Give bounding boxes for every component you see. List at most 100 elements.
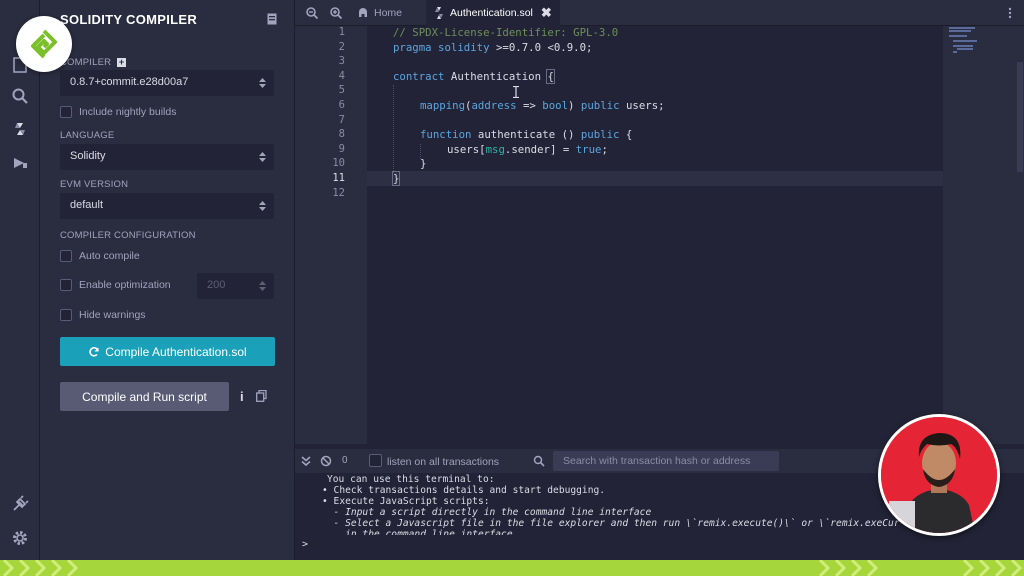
active-line-highlight: [367, 171, 943, 186]
nightly-builds-option[interactable]: Include nightly builds: [60, 106, 176, 118]
search-icon: [533, 455, 545, 467]
solidity-compiler-icon[interactable]: [10, 119, 30, 139]
zoom-in-icon[interactable]: [329, 6, 343, 20]
clear-console-icon[interactable]: [320, 455, 332, 467]
remix-ide: SOLIDITY COMPILER COMPILER + 0.8.7+commi…: [0, 0, 1024, 576]
code-line-1: // SPDX-License-Identifier: GPL-3.0: [393, 26, 618, 41]
stepper-arrows-icon: [259, 281, 266, 291]
refresh-icon: [89, 346, 100, 357]
presenter-webcam: [878, 414, 1000, 536]
evm-version-select[interactable]: default: [60, 193, 274, 219]
keyword-token: mapping: [420, 99, 466, 112]
scrollbar-thumb[interactable]: [1017, 62, 1023, 172]
compile-button[interactable]: Compile Authentication.sol: [60, 337, 275, 366]
code-line-11: }: [391, 171, 401, 187]
minimap-line: [949, 35, 967, 37]
add-compiler-icon[interactable]: +: [117, 58, 127, 67]
compiler-label: COMPILER +: [60, 57, 127, 68]
video-banner: [0, 560, 1024, 576]
tab-home[interactable]: Home: [350, 0, 410, 26]
nightly-builds-checkbox[interactable]: [60, 106, 72, 118]
zoom-out-icon[interactable]: [305, 6, 319, 20]
hide-warnings-option[interactable]: Hide warnings: [60, 309, 146, 321]
line-number: 7: [338, 113, 345, 126]
tab-home-label: Home: [374, 7, 403, 19]
plugin-manager-icon[interactable]: [10, 494, 30, 514]
info-icon[interactable]: i: [240, 389, 244, 404]
icon-rail: [0, 0, 40, 560]
minimap[interactable]: [943, 26, 1016, 444]
chevron-double-down-icon[interactable]: [300, 455, 312, 467]
terminal-line: - Input a script directly in the command…: [322, 507, 652, 518]
transaction-search-input[interactable]: [553, 451, 779, 471]
listen-all-transactions-checkbox[interactable]: [369, 454, 382, 467]
text-token: .sender] =: [504, 142, 576, 156]
text-token: }: [420, 157, 427, 171]
line-number: 1: [338, 26, 345, 38]
evm-version-label: EVM VERSION: [60, 179, 129, 190]
identifier-token: Authentication: [444, 69, 548, 83]
copy-icon[interactable]: [256, 390, 267, 402]
line-number: 10: [332, 157, 345, 170]
brand-logo-icon: [31, 29, 57, 59]
hide-warnings-label: Hide warnings: [79, 309, 146, 321]
line-number: 11: [332, 172, 345, 184]
keyword-token: function: [420, 128, 472, 142]
more-vertical-icon[interactable]: [1006, 7, 1014, 19]
terminal-line: • Check transactions details and start d…: [322, 485, 606, 496]
comment-token: // SPDX-License-Identifier: GPL-3.0: [393, 26, 619, 39]
search-icon[interactable]: [10, 86, 30, 106]
language-select[interactable]: Solidity: [60, 144, 274, 170]
minimap-line: [957, 48, 973, 50]
language-label: LANGUAGE: [60, 130, 115, 141]
compiler-configuration-label: COMPILER CONFIGURATION: [60, 230, 196, 241]
presenter-person-icon: [881, 417, 997, 533]
line-number: 12: [332, 186, 345, 199]
terminal-line: - Select a Javascript file in the file e…: [322, 518, 900, 529]
nightly-builds-label: Include nightly builds: [79, 106, 177, 118]
tab-authentication-sol[interactable]: Authentication.sol ✖: [426, 0, 560, 26]
chevron-pattern-icon: [2, 560, 1023, 576]
enable-optimization-option[interactable]: Enable optimization: [60, 279, 171, 291]
line-number: 3: [338, 55, 345, 68]
minimap-line: [953, 40, 977, 42]
code-line-8: function authenticate () public {: [420, 128, 632, 143]
bracket-match-token: {: [546, 68, 555, 84]
minimap-line: [953, 51, 957, 53]
editor-scrollbar[interactable]: [1016, 26, 1024, 444]
code-line-6: mapping(address => bool) public users;: [420, 99, 665, 114]
line-number: 6: [338, 99, 345, 111]
enable-optimization-checkbox[interactable]: [60, 279, 72, 291]
text-token: users;: [619, 99, 665, 112]
keyword-token: contract: [393, 69, 445, 83]
text-token: {: [619, 128, 633, 142]
hide-warnings-checkbox[interactable]: [60, 309, 72, 321]
terminal-prompt[interactable]: >: [302, 539, 308, 550]
listen-all-transactions-label: listen on all transactions: [387, 456, 500, 468]
type-token: address: [471, 99, 517, 112]
compiler-version-value: 0.8.7+commit.e28d00a7: [70, 76, 189, 88]
compile-and-run-script-button[interactable]: Compile and Run script: [60, 382, 229, 411]
text-token: =>: [516, 99, 543, 112]
documentation-icon[interactable]: [267, 13, 277, 25]
optimization-runs-input[interactable]: 200: [197, 273, 274, 299]
code-line-4: contract Authentication {: [393, 68, 555, 85]
auto-compile-option[interactable]: Auto compile: [60, 250, 140, 262]
language-value: Solidity: [70, 150, 106, 162]
keyword-token: public: [580, 128, 620, 142]
optimization-runs-value: 200: [207, 279, 226, 291]
deploy-run-icon[interactable]: [10, 153, 30, 173]
settings-gear-icon[interactable]: [10, 528, 30, 548]
pending-transactions-count: 0: [342, 455, 348, 466]
enable-optimization-label: Enable optimization: [79, 279, 171, 291]
code-line-2: pragma solidity >=0.7.0 <0.9.0;: [393, 41, 592, 56]
line-number: 9: [338, 142, 345, 155]
auto-compile-checkbox[interactable]: [60, 250, 72, 262]
code-editor[interactable]: 1 2 3 4 5 6 7 8 9 10 11 12 // SPDX-License-Identifi…: [295, 26, 943, 444]
close-tab-icon[interactable]: ✖: [541, 5, 552, 21]
select-arrows-icon: [259, 152, 266, 162]
compiler-version-select[interactable]: 0.8.7+commit.e28d00a7: [60, 70, 274, 96]
text-token: >=0.7.0 <0.9.0;: [489, 40, 593, 54]
minimap-line: [953, 45, 973, 47]
minimap-line: [949, 30, 971, 32]
